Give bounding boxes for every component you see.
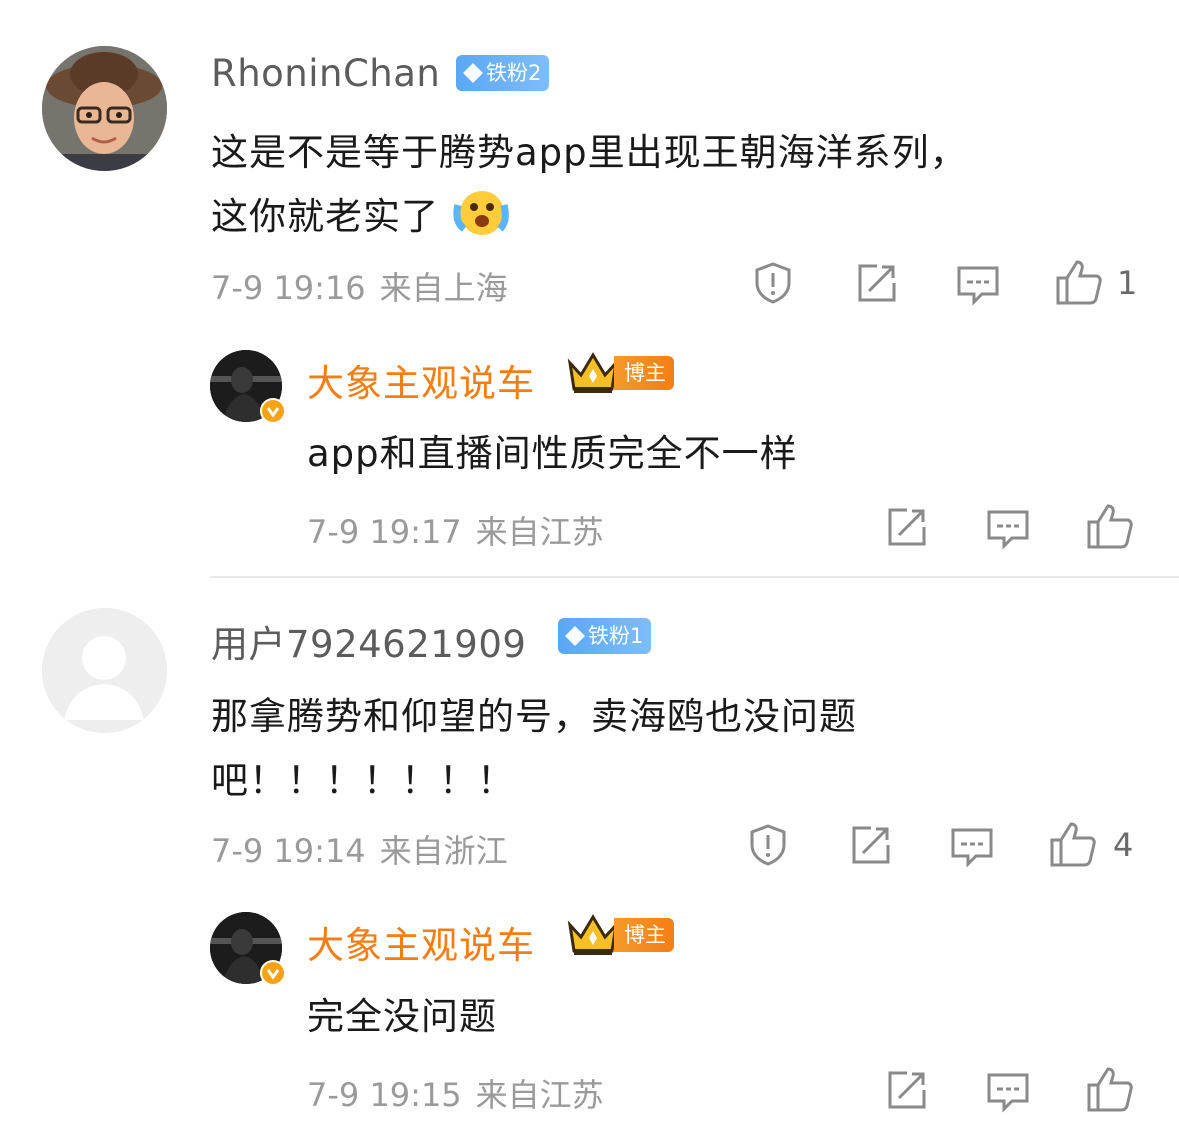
blogger-name[interactable]: 大象主观说车 bbox=[307, 915, 535, 969]
verified-icon bbox=[260, 398, 286, 424]
reply-location: 来自江苏 bbox=[475, 1076, 604, 1114]
comment-text: 那拿腾势和仰望的号，卖海鸥也没问题 bbox=[211, 695, 857, 738]
comment-location: 来自浙江 bbox=[379, 832, 508, 870]
comment-icon[interactable] bbox=[986, 1070, 1030, 1114]
comment-time: 7-9 19:14 bbox=[211, 832, 366, 870]
verified-icon bbox=[260, 960, 286, 986]
report-icon[interactable] bbox=[751, 261, 795, 305]
crying-laughing-emoji bbox=[453, 191, 509, 235]
reply-meta: 7-9 19:15 来自江苏 bbox=[307, 1070, 604, 1116]
user-avatar[interactable] bbox=[42, 46, 167, 171]
repost-icon[interactable] bbox=[849, 823, 893, 867]
reply-time: 7-9 19:17 bbox=[307, 513, 462, 551]
comment-text: 这你就老实了 bbox=[211, 186, 510, 240]
fan-badge: 铁粉2 bbox=[456, 55, 550, 91]
comment-text-line: 这是不是等于腾势app里出现王朝海洋系列， bbox=[211, 131, 968, 174]
repost-icon[interactable] bbox=[855, 261, 899, 305]
blogger-badge: 博主 bbox=[614, 356, 674, 390]
comment-divider bbox=[210, 576, 1179, 578]
fan-badge-label: 铁粉1 bbox=[588, 624, 644, 648]
comment-location: 来自上海 bbox=[379, 269, 508, 307]
reply-time: 7-9 19:15 bbox=[307, 1076, 462, 1114]
reply-location: 来自江苏 bbox=[475, 513, 604, 551]
blogger-badge: 博主 bbox=[614, 918, 674, 952]
reply-meta: 7-9 19:17 来自江苏 bbox=[307, 507, 604, 553]
comment-text: 这是不是等于腾势app里出现王朝海洋系列， bbox=[211, 122, 968, 176]
comment-meta: 7-9 19:14 来自浙江 bbox=[211, 826, 508, 872]
repost-icon[interactable] bbox=[885, 505, 929, 549]
crown-icon bbox=[567, 914, 619, 955]
diamond-icon bbox=[565, 626, 585, 646]
like-count: 1 bbox=[1117, 264, 1138, 302]
comment-icon[interactable] bbox=[956, 263, 1000, 307]
comment-time: 7-9 19:16 bbox=[211, 269, 366, 307]
comment-icon[interactable] bbox=[986, 507, 1030, 551]
comment-icon[interactable] bbox=[950, 825, 994, 869]
comment-text: 吧！！！！！！！ bbox=[211, 759, 515, 802]
fan-badge-label: 铁粉2 bbox=[486, 61, 542, 85]
like-count: 4 bbox=[1113, 826, 1134, 864]
username[interactable]: 用户7924621909 bbox=[211, 614, 526, 668]
comment-meta: 7-9 19:16 来自上海 bbox=[211, 263, 508, 309]
crown-icon bbox=[567, 352, 619, 393]
repost-icon[interactable] bbox=[885, 1068, 929, 1112]
like-icon[interactable] bbox=[1049, 820, 1097, 868]
reply-text: app和直播间性质完全不一样 bbox=[307, 432, 798, 475]
like-icon[interactable] bbox=[1086, 1065, 1134, 1113]
fan-badge: 铁粉1 bbox=[558, 618, 652, 654]
diamond-icon bbox=[463, 63, 483, 83]
like-icon[interactable] bbox=[1086, 502, 1134, 550]
like-icon[interactable] bbox=[1055, 258, 1103, 306]
blogger-name[interactable]: 大象主观说车 bbox=[307, 353, 535, 407]
user-avatar[interactable] bbox=[42, 608, 167, 733]
reply-text: 完全没问题 bbox=[307, 995, 497, 1038]
username[interactable]: RhoninChan bbox=[211, 52, 440, 95]
comment-text-line: 这你就老实了 bbox=[211, 195, 439, 238]
report-icon[interactable] bbox=[746, 823, 790, 867]
